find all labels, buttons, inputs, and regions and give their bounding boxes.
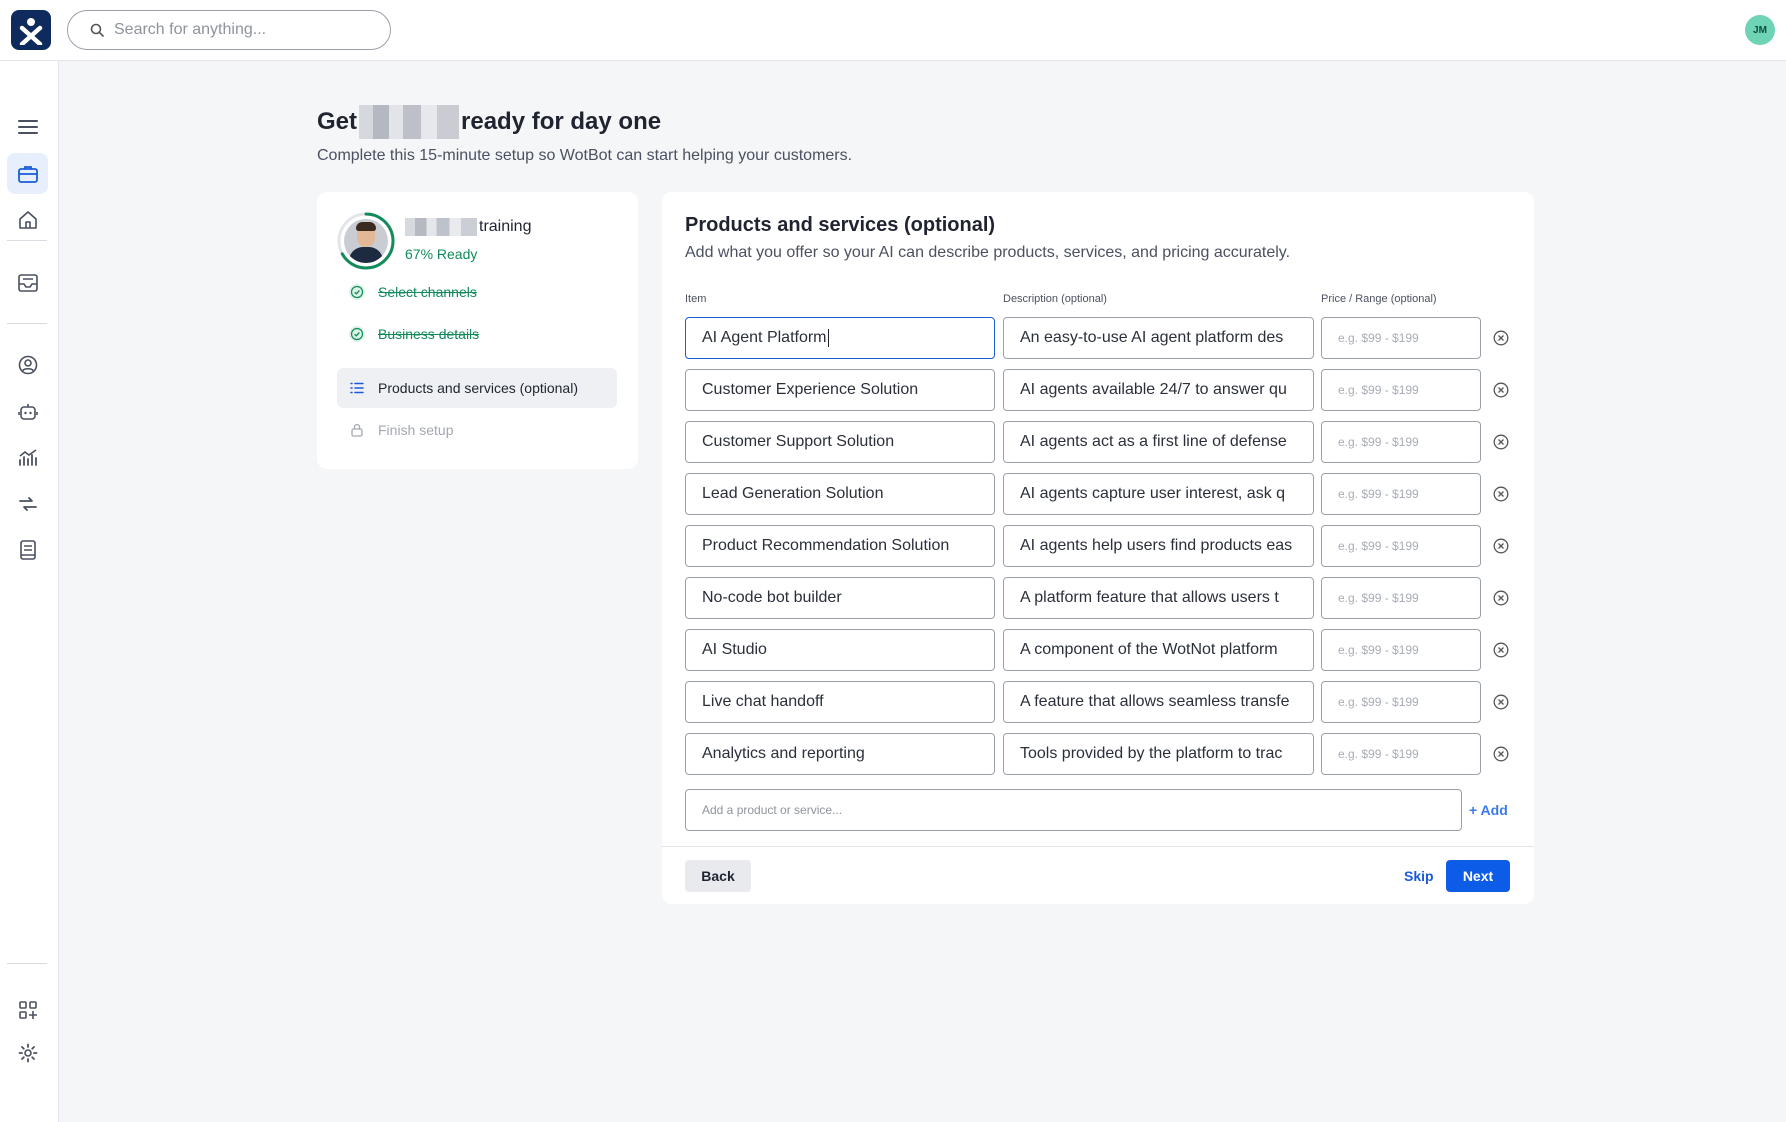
remove-row-icon[interactable] bbox=[1493, 434, 1509, 450]
remove-row-icon[interactable] bbox=[1493, 382, 1509, 398]
column-header-price: Price / Range (optional) bbox=[1321, 293, 1437, 305]
remove-row-icon[interactable] bbox=[1493, 694, 1509, 710]
step-select-channels[interactable]: Select channels bbox=[337, 272, 617, 312]
menu-icon[interactable] bbox=[7, 106, 48, 147]
bot-icon[interactable] bbox=[7, 391, 48, 432]
ready-percentage: 67% Ready bbox=[405, 246, 478, 262]
setup-progress-card: training 67% Ready Select channels Busin… bbox=[317, 192, 638, 469]
step-label: Select channels bbox=[378, 284, 477, 300]
price-input[interactable]: e.g. $99 - $199 bbox=[1321, 525, 1481, 567]
column-header-description: Description (optional) bbox=[1003, 293, 1107, 305]
item-input[interactable]: No-code bot builder bbox=[685, 577, 995, 619]
description-input[interactable]: AI agents available 24/7 to answer qu bbox=[1003, 369, 1314, 411]
remove-row-icon[interactable] bbox=[1493, 538, 1509, 554]
price-input[interactable]: e.g. $99 - $199 bbox=[1321, 473, 1481, 515]
column-header-item: Item bbox=[685, 293, 707, 305]
logo-icon bbox=[19, 18, 43, 45]
skip-button[interactable]: Skip bbox=[1404, 868, 1434, 884]
search-bar[interactable] bbox=[67, 10, 391, 50]
description-input[interactable]: AI agents help users find products eas bbox=[1003, 525, 1314, 567]
price-input[interactable]: e.g. $99 - $199 bbox=[1321, 577, 1481, 619]
book-icon[interactable] bbox=[7, 529, 48, 570]
transfer-icon[interactable] bbox=[7, 483, 48, 524]
remove-row-icon[interactable] bbox=[1493, 486, 1509, 502]
page-subtitle: Complete this 15-minute setup so WotBot … bbox=[317, 147, 853, 164]
step-products-services[interactable]: Products and services (optional) bbox=[337, 368, 617, 408]
page-title-suffix: ready for day one bbox=[461, 108, 662, 135]
price-input[interactable]: e.g. $99 - $199 bbox=[1321, 681, 1481, 723]
remove-row-icon[interactable] bbox=[1493, 330, 1509, 346]
products-services-card: Products and services (optional) Add wha… bbox=[662, 192, 1534, 904]
section-title: Products and services (optional) bbox=[685, 214, 996, 236]
step-finish-setup: Finish setup bbox=[337, 410, 617, 450]
item-input[interactable]: Customer Support Solution bbox=[685, 421, 995, 463]
analytics-icon[interactable] bbox=[7, 437, 48, 478]
user-circle-icon[interactable] bbox=[7, 344, 48, 385]
remove-row-icon[interactable] bbox=[1493, 642, 1509, 658]
briefcase-icon[interactable] bbox=[7, 153, 48, 194]
step-label: Business details bbox=[378, 326, 480, 342]
description-input[interactable]: Tools provided by the platform to trac bbox=[1003, 733, 1314, 775]
redacted-agent-name bbox=[405, 218, 477, 236]
item-input[interactable]: Analytics and reporting bbox=[685, 733, 995, 775]
description-input[interactable]: A platform feature that allows users t bbox=[1003, 577, 1314, 619]
price-input[interactable]: e.g. $99 - $199 bbox=[1321, 629, 1481, 671]
sidebar-divider bbox=[7, 963, 47, 964]
description-input[interactable]: A component of the WotNot platform bbox=[1003, 629, 1314, 671]
item-input[interactable]: Lead Generation Solution bbox=[685, 473, 995, 515]
sidebar-divider bbox=[7, 323, 47, 324]
item-input[interactable]: AI Studio bbox=[685, 629, 995, 671]
check-circle-icon bbox=[349, 284, 365, 300]
price-input[interactable]: e.g. $99 - $199 bbox=[1321, 421, 1481, 463]
home-icon[interactable] bbox=[7, 199, 48, 240]
sidebar-divider bbox=[7, 240, 47, 241]
top-bar: JM bbox=[0, 0, 1786, 61]
section-subtitle: Add what you offer so your AI can descri… bbox=[685, 244, 1291, 261]
user-avatar[interactable]: JM bbox=[1745, 15, 1775, 45]
remove-row-icon[interactable] bbox=[1493, 746, 1509, 762]
next-button[interactable]: Next bbox=[1446, 860, 1510, 892]
settings-icon[interactable] bbox=[7, 1032, 48, 1073]
page-title: Get ready for day one bbox=[317, 105, 661, 139]
item-input[interactable]: AI Agent Platform bbox=[685, 317, 995, 359]
inbox-icon[interactable] bbox=[7, 262, 48, 303]
step-label: Products and services (optional) bbox=[378, 380, 578, 396]
app-logo[interactable] bbox=[11, 10, 51, 50]
redacted-company-name bbox=[359, 105, 460, 139]
back-button[interactable]: Back bbox=[685, 860, 751, 892]
apps-add-icon[interactable] bbox=[7, 989, 48, 1030]
add-product-button[interactable]: + Add bbox=[1469, 802, 1508, 818]
add-product-input[interactable]: Add a product or service... bbox=[685, 789, 1462, 831]
search-icon bbox=[90, 23, 104, 37]
description-input[interactable]: AI agents capture user interest, ask q bbox=[1003, 473, 1314, 515]
sidebar: ? bbox=[0, 61, 59, 1122]
agent-name: training bbox=[405, 218, 531, 236]
list-icon bbox=[349, 380, 365, 396]
description-input[interactable]: An easy-to-use AI agent platform des bbox=[1003, 317, 1314, 359]
price-input[interactable]: e.g. $99 - $199 bbox=[1321, 369, 1481, 411]
agent-name-suffix: training bbox=[479, 218, 532, 235]
footer-divider bbox=[662, 846, 1534, 847]
search-input[interactable] bbox=[114, 21, 364, 39]
price-input[interactable]: e.g. $99 - $199 bbox=[1321, 317, 1481, 359]
lock-icon bbox=[349, 422, 365, 438]
item-input[interactable]: Customer Experience Solution bbox=[685, 369, 995, 411]
check-circle-icon bbox=[349, 326, 365, 342]
agent-avatar bbox=[344, 219, 388, 263]
item-input[interactable]: Product Recommendation Solution bbox=[685, 525, 995, 567]
step-business-details[interactable]: Business details bbox=[337, 314, 617, 354]
description-input[interactable]: AI agents act as a first line of defense bbox=[1003, 421, 1314, 463]
remove-row-icon[interactable] bbox=[1493, 590, 1509, 606]
item-input[interactable]: Live chat handoff bbox=[685, 681, 995, 723]
step-label: Finish setup bbox=[378, 422, 454, 438]
price-input[interactable]: e.g. $99 - $199 bbox=[1321, 733, 1481, 775]
description-input[interactable]: A feature that allows seamless transfe bbox=[1003, 681, 1314, 723]
page-title-prefix: Get bbox=[317, 108, 358, 135]
